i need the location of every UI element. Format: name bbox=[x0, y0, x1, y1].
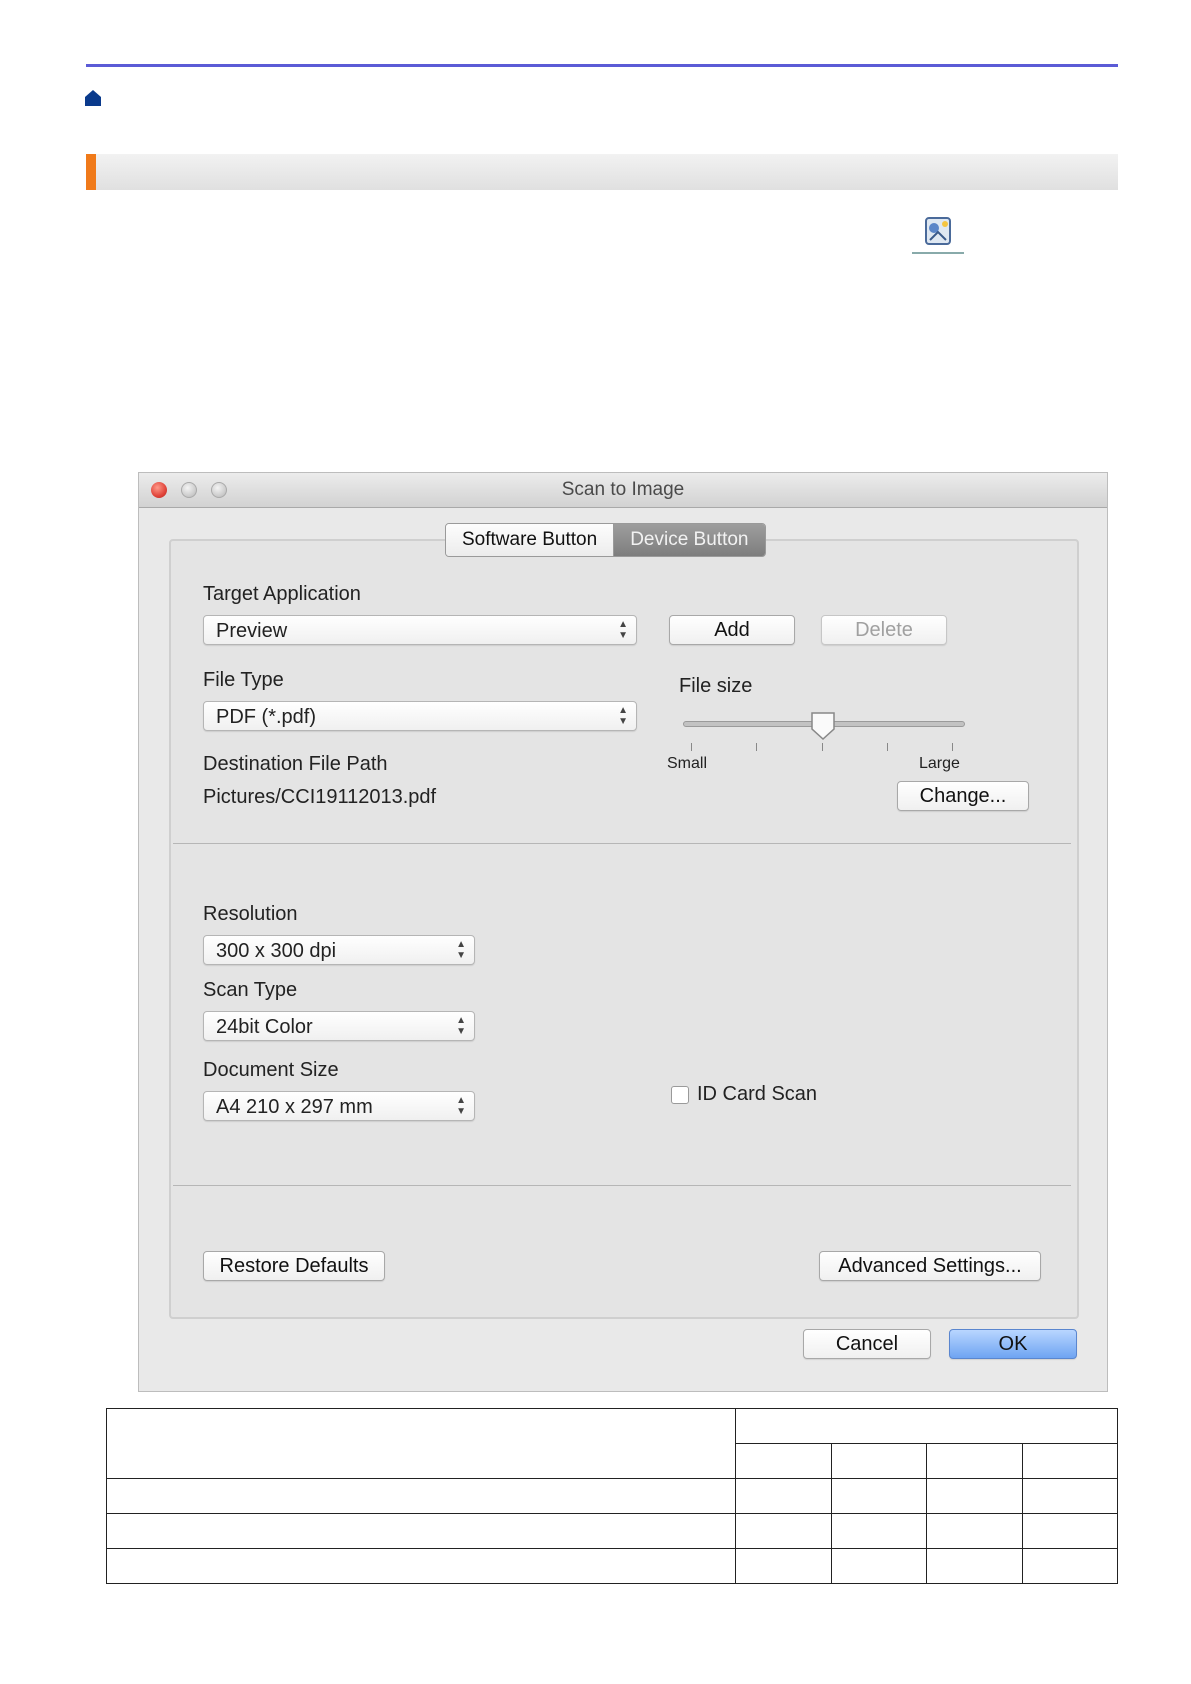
tab-bar: Software Button Device Button bbox=[445, 523, 766, 557]
target-application-label: Target Application bbox=[203, 583, 361, 605]
stepper-arrows-icon: ▲ ▼ bbox=[618, 619, 628, 641]
home-icon[interactable] bbox=[84, 89, 102, 107]
slider-tick bbox=[756, 743, 757, 751]
table-cell bbox=[106, 1513, 736, 1549]
table-cell bbox=[1021, 1513, 1118, 1549]
table-cell bbox=[926, 1443, 1023, 1479]
advanced-settings-button[interactable]: Advanced Settings... bbox=[819, 1251, 1041, 1281]
scan-type-value: 24bit Color bbox=[216, 1016, 313, 1038]
file-size-min-label: Small bbox=[667, 755, 708, 772]
table-cell bbox=[106, 1548, 736, 1584]
table-cell bbox=[106, 1478, 736, 1514]
section-marker bbox=[86, 154, 96, 190]
table-cell bbox=[926, 1478, 1023, 1514]
document-size-label: Document Size bbox=[203, 1059, 339, 1081]
file-size-label: File size bbox=[679, 675, 753, 697]
table-cell bbox=[735, 1513, 832, 1549]
table-cell bbox=[830, 1513, 927, 1549]
table-cell bbox=[1021, 1548, 1118, 1584]
ok-button[interactable]: OK bbox=[949, 1329, 1077, 1359]
id-card-scan-checkbox[interactable] bbox=[671, 1086, 689, 1104]
file-type-label: File Type bbox=[203, 669, 284, 691]
id-card-scan-label: ID Card Scan bbox=[697, 1083, 818, 1105]
scan-type-label: Scan Type bbox=[203, 979, 298, 1001]
target-application-value: Preview bbox=[216, 620, 288, 642]
cancel-button[interactable]: Cancel bbox=[803, 1329, 931, 1359]
table-cell bbox=[1021, 1478, 1118, 1514]
file-type-select[interactable]: PDF (*.pdf) ▲ ▼ bbox=[203, 701, 637, 731]
table-cell bbox=[106, 1408, 736, 1479]
section-heading-bar bbox=[86, 154, 1118, 190]
slider-tick bbox=[952, 743, 953, 751]
file-size-max-label: Large bbox=[919, 755, 960, 772]
table-cell bbox=[1021, 1443, 1118, 1479]
resolution-select[interactable]: 300 x 300 dpi ▲ ▼ bbox=[203, 935, 475, 965]
document-size-value: A4 210 x 297 mm bbox=[216, 1096, 373, 1118]
table-cell bbox=[735, 1443, 832, 1479]
resolution-value: 300 x 300 dpi bbox=[216, 940, 337, 962]
table-cell bbox=[735, 1408, 1118, 1444]
table-cell bbox=[926, 1513, 1023, 1549]
target-application-select[interactable]: Preview ▲ ▼ bbox=[203, 615, 637, 645]
scan-type-select[interactable]: 24bit Color ▲ ▼ bbox=[203, 1011, 475, 1041]
table-cell bbox=[830, 1443, 927, 1479]
table-row bbox=[106, 1548, 1118, 1584]
table-cell bbox=[830, 1478, 927, 1514]
table-row bbox=[106, 1478, 1118, 1514]
destination-path-label: Destination File Path bbox=[203, 753, 388, 775]
table-cell bbox=[830, 1548, 927, 1584]
specification-table bbox=[106, 1408, 1118, 1584]
stepper-arrows-icon: ▲ ▼ bbox=[456, 1015, 466, 1037]
dialog-title: Scan to Image bbox=[561, 479, 685, 500]
document-size-select[interactable]: A4 210 x 297 mm ▲ ▼ bbox=[203, 1091, 475, 1121]
tab-device-button[interactable]: Device Button bbox=[614, 524, 765, 556]
add-button[interactable]: Add bbox=[669, 615, 795, 645]
restore-defaults-button[interactable]: Restore Defaults bbox=[203, 1251, 385, 1281]
table-cell bbox=[735, 1548, 832, 1584]
destination-path-value: Pictures/CCI19112013.pdf bbox=[203, 786, 437, 808]
delete-button[interactable]: Delete bbox=[821, 615, 947, 645]
slider-tick bbox=[887, 743, 888, 751]
table-cell bbox=[735, 1478, 832, 1514]
stepper-arrows-icon: ▲ ▼ bbox=[456, 939, 466, 961]
slider-tick bbox=[691, 743, 692, 751]
scan-to-image-dialog: Scan to Image Software Button Device But… bbox=[138, 472, 1108, 1392]
divider bbox=[173, 843, 1071, 844]
change-path-button[interactable]: Change... bbox=[897, 781, 1029, 811]
table-row bbox=[106, 1513, 1118, 1549]
table-cell bbox=[926, 1548, 1023, 1584]
slider-tick bbox=[822, 743, 823, 751]
stepper-arrows-icon: ▲ ▼ bbox=[618, 705, 628, 727]
stepper-arrows-icon: ▲ ▼ bbox=[456, 1095, 466, 1117]
settings-panel bbox=[169, 539, 1079, 1319]
file-type-value: PDF (*.pdf) bbox=[216, 706, 317, 728]
table-row bbox=[106, 1408, 1118, 1479]
file-size-slider-thumb[interactable] bbox=[810, 711, 836, 741]
scan-application-icon bbox=[912, 212, 964, 254]
divider bbox=[173, 1185, 1071, 1186]
resolution-label: Resolution bbox=[203, 903, 298, 925]
header-rule bbox=[86, 64, 1118, 67]
tab-software-button[interactable]: Software Button bbox=[446, 524, 615, 556]
